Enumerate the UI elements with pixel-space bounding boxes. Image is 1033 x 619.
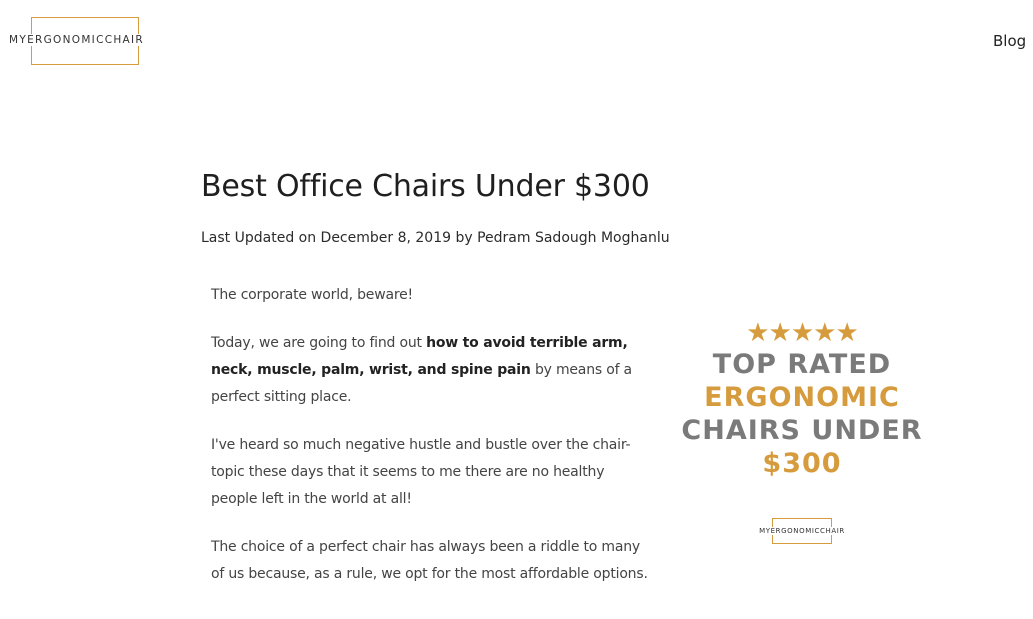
nav-link-blog[interactable]: Blog [993, 32, 1026, 50]
site-logo[interactable]: MYERGONOMICCHAIR [8, 17, 163, 67]
article-body: The corporate world, beware! Today, we a… [211, 282, 651, 609]
post-meta: Last Updated on December 8, 2019 by Pedr… [201, 230, 670, 246]
promo-logo-text-wrap: MYERGONOMICCHAIR [757, 527, 847, 535]
paragraph-goal-start: Today, we are going to find out [211, 335, 427, 351]
page-title: Best Office Chairs Under $300 [201, 169, 650, 204]
promo-logo-text: MYERGONOMICCHAIR [758, 527, 846, 535]
promo-line-price: $300 [762, 448, 842, 479]
promo-line-chairs-under: CHAIRS UNDER [681, 415, 923, 446]
paragraph-hustle: I've heard so much negative hustle and b… [211, 437, 631, 507]
paragraph-goal: Today, we are going to find out how to a… [211, 330, 651, 411]
promo-line-ergonomic: ERGONOMIC [704, 382, 900, 413]
paragraph-choice: The choice of a perfect chair has always… [211, 539, 648, 582]
promo-image: ★★★★★ TOP RATED ERGONOMIC CHAIRS UNDER $… [666, 318, 938, 546]
star-rating-icon: ★★★★★ [746, 318, 859, 348]
paragraph-intro: The corporate world, beware! [211, 287, 413, 303]
promo-logo: MYERGONOMICCHAIR [757, 518, 847, 546]
logo-text: MYERGONOMICCHAIR [8, 34, 146, 46]
promo-line-top-rated: TOP RATED [712, 349, 892, 380]
